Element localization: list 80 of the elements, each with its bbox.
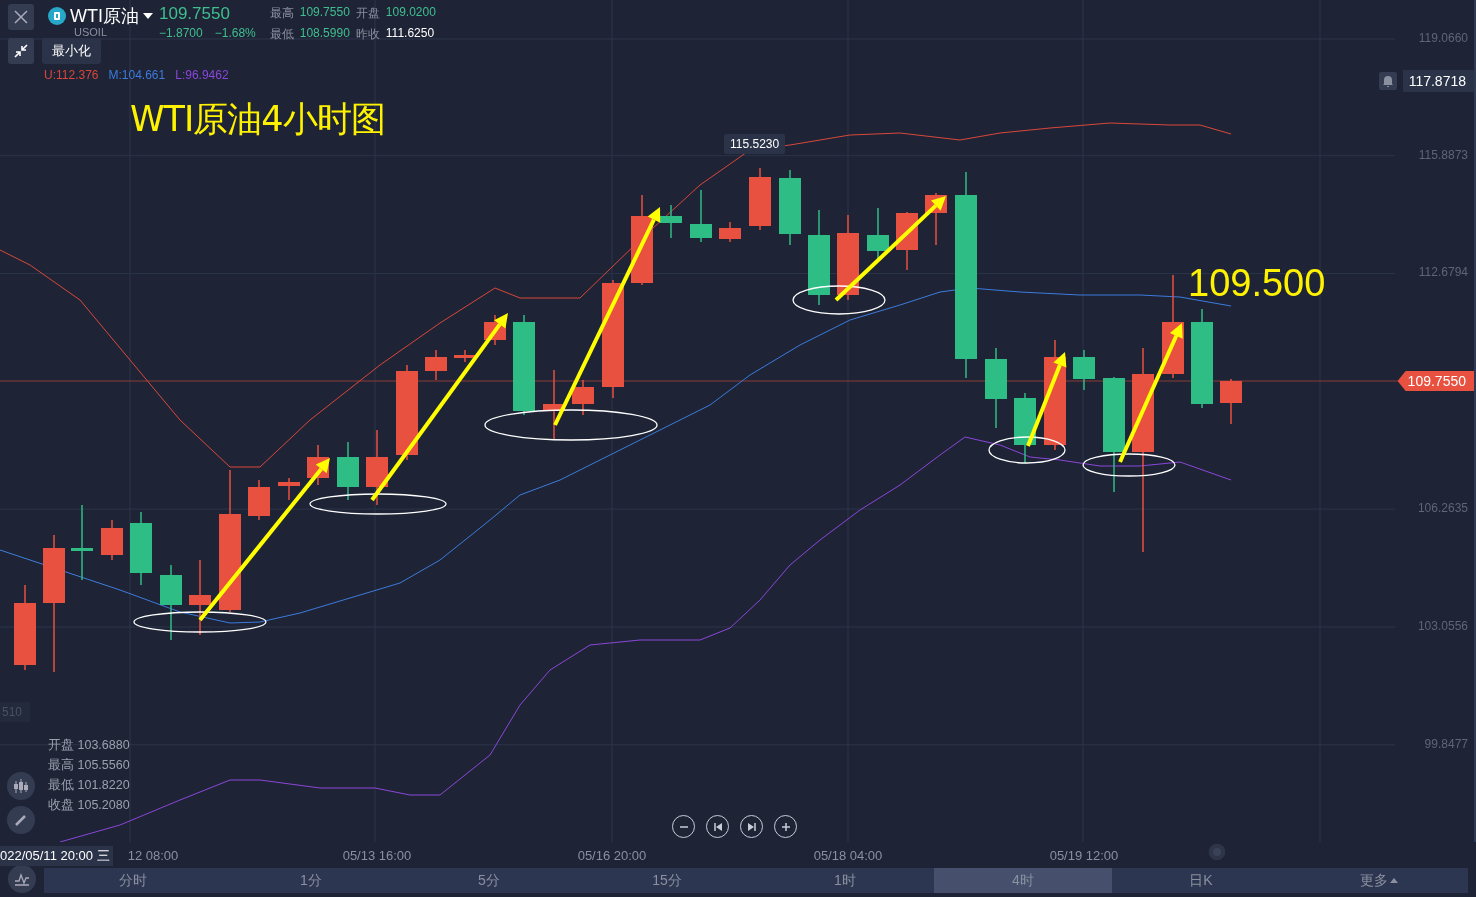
band-value: M:104.661	[108, 68, 166, 82]
stat-value: 109.7550	[299, 5, 350, 21]
price-axis-label: 112.6794	[1418, 265, 1468, 280]
last-price: 109.7550	[159, 4, 231, 24]
candlestick	[101, 519, 123, 561]
candlestick	[1014, 392, 1036, 464]
candlestick	[660, 204, 682, 239]
indicator-button[interactable]	[8, 865, 36, 893]
ohlc-line: 最低 101.8220	[48, 777, 130, 794]
candlestick	[543, 369, 565, 441]
candlestick	[1073, 349, 1095, 391]
crosshair-price: 117.8718	[1402, 70, 1474, 92]
candlestick	[454, 349, 476, 363]
time-axis-label: 05/19 12:00	[1049, 848, 1119, 863]
candle-style-button[interactable]	[7, 772, 35, 800]
price-axis-label: 115.8873	[1418, 147, 1468, 162]
line-chart-icon	[14, 872, 30, 886]
price-axis-label: 106.2635	[1417, 501, 1468, 516]
interval-tab[interactable]: 1分	[222, 868, 400, 893]
current-price-tag: 109.7550	[1397, 371, 1474, 391]
price-axis-label: 103.0556	[1417, 619, 1468, 633]
interval-tab[interactable]: 更多	[1290, 868, 1468, 893]
live-dot	[1209, 844, 1225, 860]
stat-label: 开盘	[355, 5, 380, 22]
draw-button[interactable]	[7, 806, 35, 834]
candlestick	[1220, 378, 1242, 425]
time-axis-label: 05/13 16:00	[342, 848, 412, 863]
high-price-label: 115.5230	[724, 134, 786, 154]
time-axis-label: 05/16 20:00	[577, 848, 647, 863]
caret-up-icon	[1390, 878, 1398, 883]
ohlc-line: 收盘 105.2080	[48, 797, 130, 814]
band-value: L:96.9462	[175, 68, 229, 82]
interval-tab[interactable]: 15分	[578, 868, 756, 893]
candlestick	[425, 349, 447, 381]
interval-tab[interactable]: 分时	[44, 868, 222, 893]
crosshair-time: 022/05/11 20:00 三	[0, 846, 113, 866]
stat-value: 109.0200	[385, 5, 436, 21]
tooltip: 最小化	[42, 38, 101, 64]
ohlc-line: 最高 105.5560	[48, 757, 130, 774]
symbol-code: USOIL	[74, 28, 108, 37]
candlestick	[690, 189, 712, 243]
candlestick	[749, 167, 771, 231]
time-axis-label: 05/18 04:00	[813, 848, 883, 863]
stat-value: 111.6250	[385, 26, 436, 42]
close-icon	[13, 9, 29, 25]
candlestick-icon	[13, 779, 29, 793]
interval-tab[interactable]: 1时	[756, 868, 934, 893]
interval-tab[interactable]: 日K	[1112, 868, 1290, 893]
price-change: −1.8700	[159, 26, 203, 40]
candlestick	[719, 221, 741, 243]
symbol-name[interactable]: WTI原油	[70, 4, 139, 28]
stat-label: 最高	[269, 5, 294, 22]
minimize-icon	[14, 44, 28, 58]
minimize-button[interactable]	[8, 38, 34, 64]
skip-back-icon	[712, 821, 723, 832]
interval-tab[interactable]: 5分	[400, 868, 578, 893]
pencil-icon	[14, 813, 28, 827]
close-button[interactable]	[8, 4, 34, 30]
interval-tab[interactable]: 4时	[934, 868, 1112, 893]
candlestick	[572, 379, 594, 416]
time-axis-label: 12 08:00	[127, 848, 179, 863]
coin-icon	[48, 7, 66, 25]
price-annotation: 109.500	[1188, 262, 1326, 305]
stat-label: 最低	[269, 26, 294, 43]
candlestick	[896, 211, 918, 271]
stat-value: 108.5990	[299, 26, 350, 42]
skip-forward-icon	[746, 821, 757, 832]
band-value: U:112.376	[44, 68, 99, 82]
plus-icon	[780, 821, 791, 832]
dropdown-caret-icon[interactable]	[143, 13, 153, 19]
candlestick	[248, 479, 270, 521]
bell-icon[interactable]	[1378, 72, 1397, 90]
change-percent: −1.68%	[214, 26, 256, 40]
chart-title: WTI原油4小时图	[130, 98, 385, 141]
candlestick	[278, 477, 300, 501]
price-axis-label: 119.0660	[1418, 31, 1468, 45]
candlestick	[337, 441, 359, 501]
stat-label: 昨收	[355, 26, 380, 43]
price-axis-label: 99.8477	[1424, 736, 1468, 751]
ohlc-line: 开盘 103.6880	[48, 737, 130, 754]
